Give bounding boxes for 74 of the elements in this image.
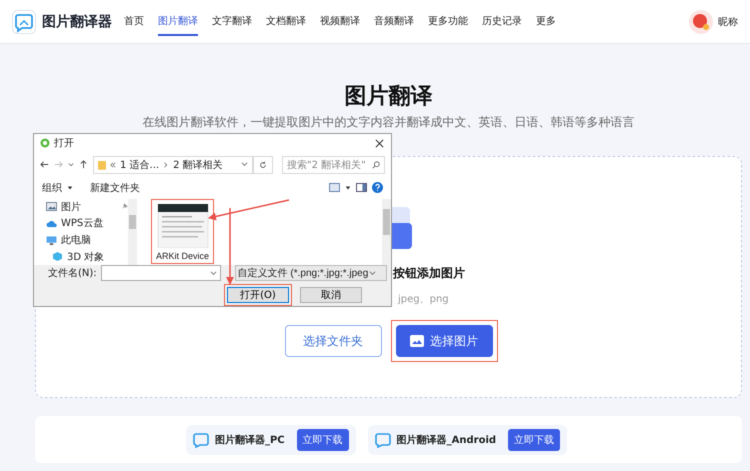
- logo-icon: [12, 10, 36, 34]
- file-type-dropdown[interactable]: 自定义文件 (*.png;*.jpg;*.jpeg: [234, 265, 387, 281]
- refresh-icon: [259, 160, 267, 169]
- nav-pane-label: WPS云盘: [61, 217, 104, 230]
- open-button[interactable]: 打开(O): [227, 287, 289, 303]
- file-item[interactable]: ARKit Device: [151, 198, 214, 264]
- up-icon[interactable]: [79, 160, 88, 170]
- upload-hint: 按钮添加图片: [393, 265, 465, 282]
- dialog-title: 打开: [54, 136, 74, 150]
- app-name: 图片翻译器: [42, 12, 112, 30]
- nav-tab[interactable]: 文档翻译: [266, 8, 306, 36]
- nav-tab[interactable]: 音频翻译: [374, 8, 414, 36]
- chevron-down-icon[interactable]: [241, 161, 248, 168]
- document-thumbnail: [156, 204, 208, 248]
- scrollbar[interactable]: [128, 198, 137, 265]
- page-subtitle: 在线图片翻译软件，一键提取图片中的文字内容并翻译成中文、英语、日语、韩语等多种语言: [142, 114, 636, 130]
- app-icon: [40, 138, 50, 148]
- refresh-button[interactable]: [253, 156, 273, 174]
- chevron-down-icon[interactable]: [68, 162, 74, 168]
- address-bar[interactable]: 1 适合... 2 翻译相关: [93, 156, 253, 174]
- nav-pane-item[interactable]: 图片: [46, 200, 128, 214]
- cube-icon: [52, 252, 63, 262]
- choose-folder-button[interactable]: 选择文件夹: [284, 325, 382, 357]
- pin-icon[interactable]: [121, 203, 128, 210]
- avatar-icon[interactable]: [688, 8, 714, 34]
- nav-tab[interactable]: 图片翻译: [158, 8, 198, 36]
- app-icon: [374, 432, 391, 448]
- folder-icon: [98, 160, 106, 170]
- download-button[interactable]: 立即下载: [296, 428, 349, 450]
- cloud-icon: [46, 218, 57, 228]
- user-name[interactable]: 昵称: [718, 14, 738, 28]
- nav-pane-label: 图片: [61, 200, 81, 214]
- scrollbar[interactable]: [382, 198, 391, 265]
- file-name-label: 文件名(N):: [48, 266, 97, 280]
- chevron-right-icon: [163, 162, 170, 168]
- new-folder-button[interactable]: 新建文件夹: [90, 180, 140, 195]
- nav-pane-label: 此电脑: [61, 234, 91, 248]
- image-icon: [410, 335, 424, 347]
- monitor-icon: [46, 236, 57, 245]
- nav-tab[interactable]: 更多: [536, 8, 556, 36]
- chevron-down-icon: [369, 270, 376, 276]
- image-icon: [46, 202, 57, 212]
- app-icon: [192, 432, 209, 448]
- nav-tab[interactable]: 历史记录: [482, 8, 522, 36]
- caret-icon[interactable]: [67, 184, 73, 191]
- nav-pane-item[interactable]: WPS云盘: [46, 216, 128, 230]
- view-icon[interactable]: [329, 183, 340, 192]
- nav-tab[interactable]: 视频翻译: [320, 8, 360, 36]
- double-chevron-icon: [110, 162, 116, 168]
- app-title: 图片翻译器_PC: [214, 434, 285, 446]
- breadcrumb-item[interactable]: 1 适合...: [120, 158, 160, 172]
- nav-pane-item[interactable]: 3D 对象: [46, 250, 128, 264]
- breadcrumb-item[interactable]: 2 翻译相关: [173, 158, 223, 172]
- format-note: jpeg、png: [398, 293, 449, 306]
- app-title: 图片翻译器_Android: [396, 434, 496, 446]
- nav-pane-item[interactable]: 此电脑: [46, 233, 128, 248]
- nav-tab[interactable]: 文字翻译: [212, 8, 252, 36]
- help-icon[interactable]: [372, 182, 383, 194]
- chevron-down-icon: [210, 270, 217, 276]
- caret-icon[interactable]: [345, 184, 351, 191]
- nav-pane-label: 3D 对象: [67, 250, 104, 264]
- download-button[interactable]: 立即下载: [508, 428, 560, 450]
- file-name-field[interactable]: [100, 265, 221, 281]
- page-title: 图片翻译: [344, 84, 434, 110]
- organize-menu[interactable]: 组织: [42, 180, 62, 195]
- nav-tab[interactable]: 更多功能: [428, 8, 468, 36]
- search-field[interactable]: 搜索"2 翻译相关": [282, 156, 385, 174]
- choose-image-button[interactable]: 选择图片: [396, 325, 492, 357]
- close-icon[interactable]: [375, 138, 384, 148]
- preview-pane-icon[interactable]: [356, 183, 367, 192]
- back-icon[interactable]: [40, 160, 49, 170]
- search-icon: [372, 160, 380, 169]
- cancel-button[interactable]: 取消: [300, 287, 362, 303]
- nav-tab[interactable]: 首页: [124, 8, 144, 36]
